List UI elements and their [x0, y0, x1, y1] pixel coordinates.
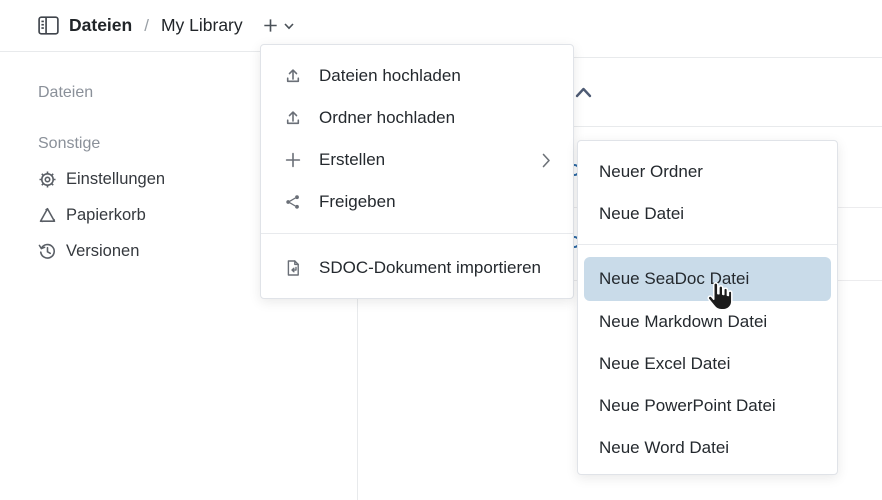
sidebar-item-label: Papierkorb — [66, 206, 146, 225]
menu-item-label: Freigeben — [319, 192, 551, 212]
submenu-item-neue-powerpoint-datei[interactable]: Neue PowerPoint Datei — [578, 385, 837, 427]
history-icon — [38, 242, 57, 261]
submenu-item-neuer-ordner[interactable]: Neuer Ordner — [578, 151, 837, 193]
sidebar-item-papierkorb[interactable]: Papierkorb — [38, 206, 146, 225]
chevron-down-icon — [283, 21, 295, 31]
menu-item-label: Neue Datei — [599, 204, 684, 224]
submenu-item-neue-word-datei[interactable]: Neue Word Datei — [578, 427, 837, 469]
menu-item-sdoc-import[interactable]: SDOC-Dokument importieren — [261, 246, 573, 290]
upload-icon — [284, 109, 302, 127]
submenu-item-neue-excel-datei[interactable]: Neue Excel Datei — [578, 343, 837, 385]
menu-item-label: SDOC-Dokument importieren — [319, 258, 551, 278]
breadcrumb-current[interactable]: My Library — [161, 15, 243, 36]
sidebar-toggle-icon[interactable] — [38, 16, 59, 35]
menu-item-label: Neue Excel Datei — [599, 354, 730, 374]
plus-icon — [261, 16, 280, 35]
menu-item-dateien-hochladen[interactable]: Dateien hochladen — [261, 55, 573, 97]
menu-item-ordner-hochladen[interactable]: Ordner hochladen — [261, 97, 573, 139]
import-doc-icon — [284, 259, 302, 277]
submenu-arrow-icon — [542, 153, 551, 168]
menu-item-label: Neue SeaDoc Datei — [599, 269, 749, 289]
sidebar-section-dateien[interactable]: Dateien — [38, 84, 93, 102]
upload-icon — [284, 67, 302, 85]
sidebar-item-versionen[interactable]: Versionen — [38, 242, 139, 261]
recycle-icon — [38, 206, 57, 225]
menu-item-erstellen[interactable]: Erstellen — [261, 139, 573, 181]
app-window: Dateien / My Library Dateien Sonstige — [0, 0, 882, 500]
menu-item-label: Neue Markdown Datei — [599, 312, 767, 332]
menu-item-label: Neuer Ordner — [599, 162, 703, 182]
menu-item-label: Ordner hochladen — [319, 108, 551, 128]
breadcrumb-root[interactable]: Dateien — [69, 15, 132, 36]
share-icon — [284, 193, 302, 211]
menu-item-label: Erstellen — [319, 150, 525, 170]
sidebar-section-sonstige: Sonstige — [38, 135, 100, 153]
plus-icon — [284, 151, 302, 169]
menu-item-label: Neue PowerPoint Datei — [599, 396, 776, 416]
submenu-item-neue-markdown-datei[interactable]: Neue Markdown Datei — [578, 301, 837, 343]
add-dropdown-menu: Dateien hochladen Ordner hochladen Erste… — [260, 44, 574, 299]
collapse-panel-icon[interactable] — [575, 86, 592, 104]
sidebar-item-label: Einstellungen — [66, 170, 165, 189]
sidebar-item-einstellungen[interactable]: Einstellungen — [38, 170, 165, 189]
gear-icon — [38, 170, 57, 189]
menu-separator — [578, 244, 837, 245]
menu-separator — [261, 233, 573, 234]
add-new-button[interactable] — [261, 16, 295, 35]
breadcrumb-separator: / — [142, 16, 151, 36]
submenu-item-neue-seadoc-datei[interactable]: Neue SeaDoc Datei — [584, 257, 831, 301]
submenu-item-neue-datei[interactable]: Neue Datei — [578, 193, 837, 235]
menu-item-label: Neue Word Datei — [599, 438, 729, 458]
sidebar-item-label: Versionen — [66, 242, 139, 261]
create-submenu: Neuer Ordner Neue Datei Neue SeaDoc Date… — [577, 140, 838, 475]
menu-item-label: Dateien hochladen — [319, 66, 551, 86]
menu-item-freigeben[interactable]: Freigeben — [261, 181, 573, 223]
table-header-divider — [574, 126, 882, 127]
